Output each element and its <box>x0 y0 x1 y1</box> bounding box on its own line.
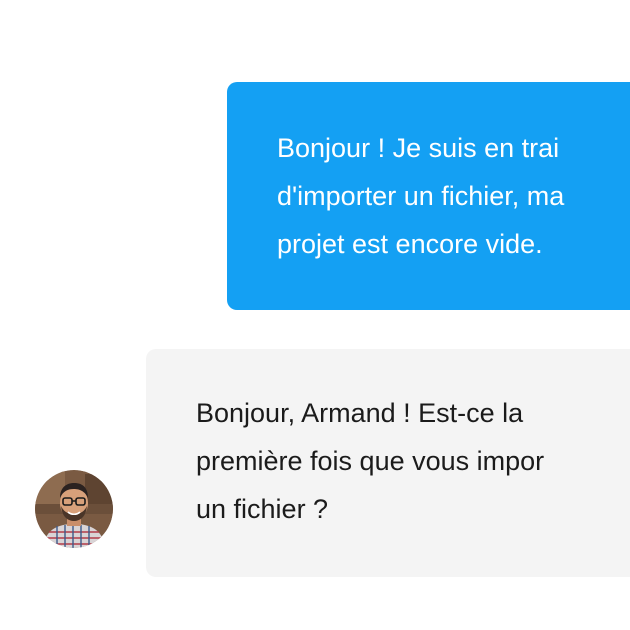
chat-thread: Bonjour ! Je suis en trai d'importer un … <box>0 0 630 630</box>
agent-avatar-icon <box>35 470 113 548</box>
outgoing-message-line: projet est encore vide. <box>277 229 543 259</box>
incoming-message-bubble: Bonjour, Armand ! Est-ce la première foi… <box>146 349 630 577</box>
incoming-message-line: un fichier ? <box>196 494 329 524</box>
outgoing-message-line: d'importer un fichier, ma <box>277 181 565 211</box>
outgoing-message-bubble: Bonjour ! Je suis en trai d'importer un … <box>227 82 630 310</box>
agent-avatar[interactable] <box>35 470 113 548</box>
outgoing-message-line: Bonjour ! Je suis en trai <box>277 133 560 163</box>
incoming-message-line: Bonjour, Armand ! Est-ce la <box>196 398 524 428</box>
incoming-message-line: première fois que vous impor <box>196 446 545 476</box>
